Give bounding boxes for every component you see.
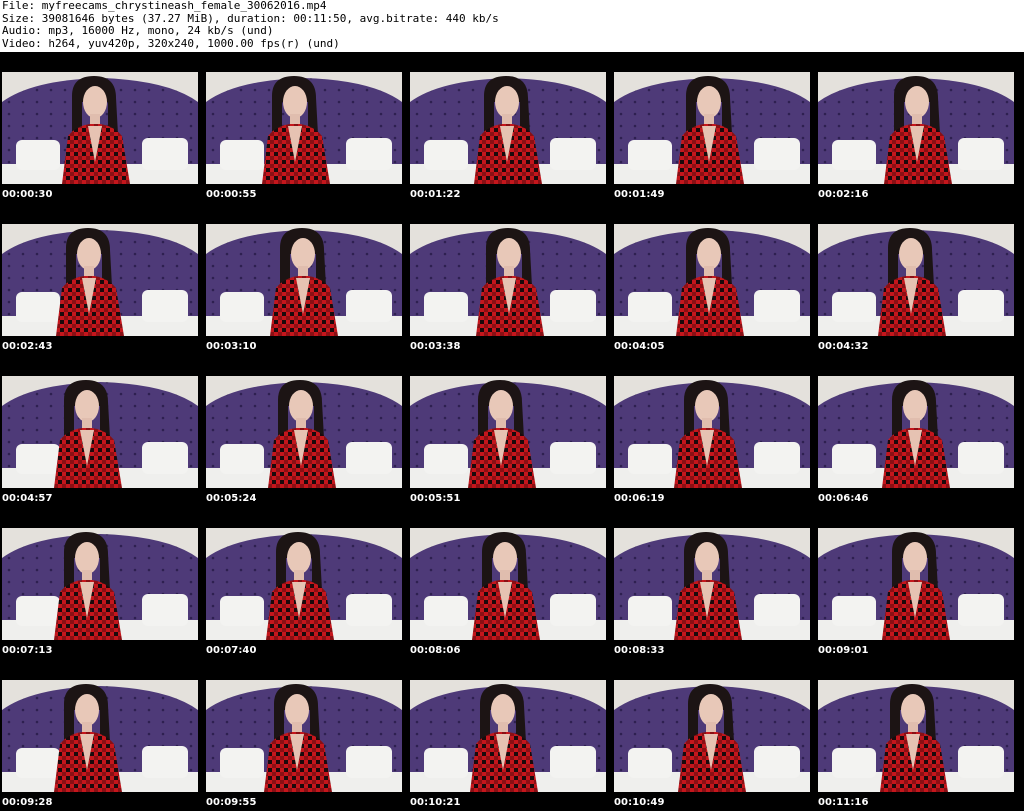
thumbnail-cell: 00:07:40 (204, 508, 408, 660)
thumbnail-grid: 00:00:30 00:00:55 00:01:22 00:01:49 00:02:16… (0, 52, 1024, 811)
thumbnail-cell: 00:00:30 (0, 52, 204, 204)
video-frame-thumbnail (206, 224, 402, 336)
video-frame-thumbnail (410, 528, 606, 640)
thumbnail-cell: 00:01:22 (408, 52, 612, 204)
timestamp-label: 00:07:13 (2, 645, 53, 656)
timestamp-label: 00:04:57 (2, 493, 53, 504)
video-frame-thumbnail (410, 224, 606, 336)
thumbnail-cell: 00:02:43 (0, 204, 204, 356)
video-frame-thumbnail (818, 224, 1014, 336)
timestamp-label: 00:05:51 (410, 493, 461, 504)
timestamp-label: 00:09:01 (818, 645, 869, 656)
timestamp-label: 00:10:21 (410, 797, 461, 808)
video-frame-thumbnail (614, 72, 810, 184)
thumbnail-cell: 00:02:16 (816, 52, 1020, 204)
audio-info-line: Audio: mp3, 16000 Hz, mono, 24 kb/s (und… (2, 24, 274, 37)
video-frame-thumbnail (614, 224, 810, 336)
timestamp-label: 00:11:16 (818, 797, 869, 808)
video-frame-thumbnail (2, 680, 198, 792)
file-info-header: File: myfreecams_chrystineash_female_300… (0, 0, 1024, 52)
video-frame-thumbnail (2, 72, 198, 184)
thumbnail-cell: 00:05:51 (408, 356, 612, 508)
video-frame-thumbnail (614, 376, 810, 488)
thumbnail-cell: 00:08:06 (408, 508, 612, 660)
thumbnail-cell: 00:07:13 (0, 508, 204, 660)
timestamp-label: 00:05:24 (206, 493, 257, 504)
timestamp-label: 00:01:22 (410, 189, 461, 200)
timestamp-label: 00:06:19 (614, 493, 665, 504)
thumbnail-cell: 00:04:57 (0, 356, 204, 508)
video-frame-thumbnail (2, 376, 198, 488)
timestamp-label: 00:00:30 (2, 189, 53, 200)
video-frame-thumbnail (206, 376, 402, 488)
video-frame-thumbnail (818, 72, 1014, 184)
thumbnail-cell: 00:04:32 (816, 204, 1020, 356)
video-frame-thumbnail (410, 680, 606, 792)
video-frame-thumbnail (614, 680, 810, 792)
timestamp-label: 00:02:16 (818, 189, 869, 200)
timestamp-label: 00:10:49 (614, 797, 665, 808)
thumbnail-cell: 00:03:38 (408, 204, 612, 356)
video-frame-thumbnail (614, 528, 810, 640)
thumbnail-cell: 00:08:33 (612, 508, 816, 660)
file-name-line: File: myfreecams_chrystineash_female_300… (2, 0, 327, 12)
timestamp-label: 00:09:55 (206, 797, 257, 808)
video-frame-thumbnail (2, 224, 198, 336)
video-frame-thumbnail (818, 680, 1014, 792)
timestamp-label: 00:01:49 (614, 189, 665, 200)
thumbnail-cell: 00:06:19 (612, 356, 816, 508)
thumbnail-cell: 00:00:55 (204, 52, 408, 204)
timestamp-label: 00:08:06 (410, 645, 461, 656)
video-frame-thumbnail (206, 680, 402, 792)
thumbnail-cell: 00:09:28 (0, 660, 204, 812)
timestamp-label: 00:02:43 (2, 341, 53, 352)
thumbnail-cell: 00:04:05 (612, 204, 816, 356)
timestamp-label: 00:09:28 (2, 797, 53, 808)
thumbnail-cell: 00:10:49 (612, 660, 816, 812)
thumbnail-cell: 00:09:55 (204, 660, 408, 812)
timestamp-label: 00:04:32 (818, 341, 869, 352)
timestamp-label: 00:06:46 (818, 493, 869, 504)
video-frame-thumbnail (818, 528, 1014, 640)
thumbnail-cell: 00:05:24 (204, 356, 408, 508)
video-frame-thumbnail (2, 528, 198, 640)
timestamp-label: 00:04:05 (614, 341, 665, 352)
video-info-line: Video: h264, yuv420p, 320x240, 1000.00 f… (2, 36, 340, 50)
video-frame-thumbnail (410, 72, 606, 184)
timestamp-label: 00:03:38 (410, 341, 461, 352)
video-frame-thumbnail (818, 376, 1014, 488)
timestamp-label: 00:00:55 (206, 189, 257, 200)
video-frame-thumbnail (206, 72, 402, 184)
thumbnail-cell: 00:11:16 (816, 660, 1020, 812)
thumbnail-cell: 00:10:21 (408, 660, 612, 812)
timestamp-label: 00:07:40 (206, 645, 257, 656)
thumbnail-cell: 00:09:01 (816, 508, 1020, 660)
video-frame-thumbnail (410, 376, 606, 488)
timestamp-label: 00:03:10 (206, 341, 257, 352)
thumbnail-cell: 00:06:46 (816, 356, 1020, 508)
timestamp-label: 00:08:33 (614, 645, 665, 656)
video-frame-thumbnail (206, 528, 402, 640)
thumbnail-cell: 00:03:10 (204, 204, 408, 356)
thumbnail-cell: 00:01:49 (612, 52, 816, 204)
